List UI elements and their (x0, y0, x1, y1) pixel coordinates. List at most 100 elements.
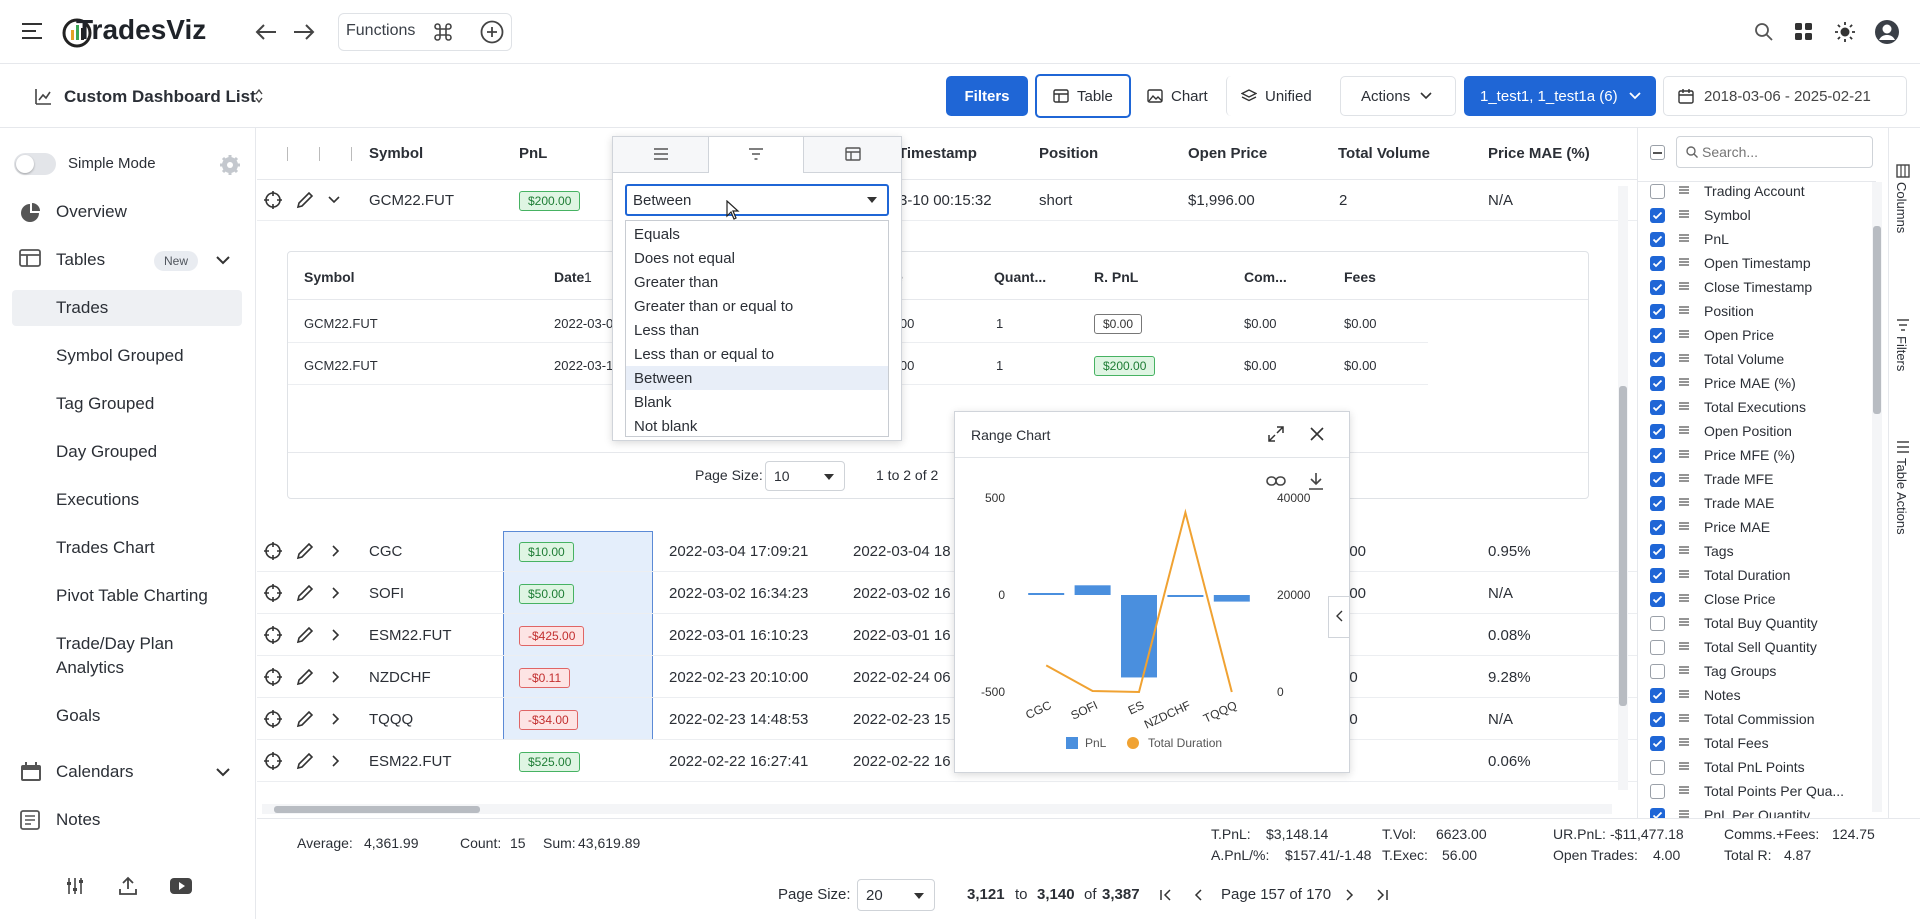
filter-type-select[interactable]: Between (625, 184, 889, 216)
chevron-right-icon[interactable] (332, 587, 340, 599)
drag-handle-icon[interactable] (1678, 258, 1690, 268)
detail-page-size-select[interactable]: 10 (765, 461, 845, 491)
settings-gear-icon[interactable] (219, 154, 241, 176)
sidebar-item-goals[interactable]: Goals (56, 706, 100, 726)
filter-option-blank[interactable]: Blank (634, 394, 672, 411)
column-checkbox[interactable] (1650, 328, 1665, 343)
column-checkbox[interactable] (1650, 424, 1665, 439)
edit-pencil-icon[interactable] (296, 752, 314, 770)
drag-handle-icon[interactable] (1678, 354, 1690, 364)
filter-option-equals[interactable]: Equals (634, 226, 680, 243)
header-price-mae[interactable]: Price MAE (%) (1488, 145, 1590, 162)
add-circle-icon[interactable] (480, 20, 504, 44)
chevron-right-icon[interactable] (332, 671, 340, 683)
column-checkbox[interactable] (1650, 760, 1665, 775)
column-checkbox[interactable] (1650, 496, 1665, 511)
header-symbol[interactable]: Symbol (369, 145, 423, 162)
chevron-down-icon[interactable] (328, 196, 340, 204)
search-icon[interactable] (1754, 22, 1774, 42)
accounts-selector[interactable]: 1_test1, 1_test1a (6) (1464, 76, 1656, 116)
drag-handle-icon[interactable] (1678, 378, 1690, 388)
crosshair-icon[interactable] (264, 542, 282, 560)
chart-view-button[interactable]: Chart (1133, 76, 1225, 116)
header-position[interactable]: Position (1039, 145, 1098, 162)
column-checkbox[interactable] (1650, 472, 1665, 487)
sidebar-item-analytics[interactable]: Analytics (56, 658, 124, 678)
drag-handle-icon[interactable] (1678, 522, 1690, 532)
filter-option-greater[interactable]: Greater than (634, 274, 718, 291)
upload-icon[interactable] (118, 876, 138, 896)
crosshair-icon[interactable] (264, 191, 282, 209)
drag-handle-icon[interactable] (1678, 474, 1690, 484)
vertical-scrollbar-thumb[interactable] (1619, 386, 1627, 706)
side-tab-table-actions[interactable]: Table Actions (1894, 458, 1909, 535)
back-arrow-icon[interactable] (254, 22, 278, 42)
drag-handle-icon[interactable] (1678, 642, 1690, 652)
column-checkbox[interactable] (1650, 448, 1665, 463)
crosshair-icon[interactable] (264, 668, 282, 686)
user-avatar-icon[interactable] (1874, 19, 1900, 45)
theme-sun-icon[interactable] (1834, 21, 1856, 43)
column-checkbox[interactable] (1650, 664, 1665, 679)
column-checkbox[interactable] (1650, 232, 1665, 247)
detail-header-quantity[interactable]: Quant... (994, 269, 1046, 285)
drag-handle-icon[interactable] (1678, 738, 1690, 748)
header-open-price[interactable]: Open Price (1188, 145, 1267, 162)
drag-handle-icon[interactable] (1678, 570, 1690, 580)
apps-grid-icon[interactable] (1794, 22, 1814, 42)
column-checkbox[interactable] (1650, 592, 1665, 607)
column-checkbox[interactable] (1650, 568, 1665, 583)
chevron-right-icon[interactable] (332, 755, 340, 767)
first-page-icon[interactable] (1160, 889, 1172, 901)
drag-handle-icon[interactable] (1678, 306, 1690, 316)
filter-option-less[interactable]: Less than (634, 322, 699, 339)
crosshair-icon[interactable] (264, 752, 282, 770)
column-checkbox[interactable] (1650, 352, 1665, 367)
unified-view-button[interactable]: Unified (1226, 76, 1336, 116)
prev-page-icon[interactable] (1193, 889, 1203, 901)
youtube-icon[interactable] (170, 878, 192, 894)
edit-pencil-icon[interactable] (296, 668, 314, 686)
drag-handle-icon[interactable] (1678, 186, 1690, 196)
hamburger-menu-icon[interactable] (22, 23, 42, 39)
drag-handle-icon[interactable] (1678, 450, 1690, 460)
drag-handle-icon[interactable] (1678, 786, 1690, 796)
column-checkbox[interactable] (1650, 640, 1665, 655)
drag-handle-icon[interactable] (1678, 210, 1690, 220)
header-total-volume[interactable]: Total Volume (1338, 145, 1430, 162)
chevron-down-icon[interactable] (216, 256, 230, 265)
sidebar-item-trades[interactable]: Trades (56, 298, 108, 318)
sort-updown-icon[interactable] (254, 88, 264, 104)
side-tab-columns[interactable]: Columns (1894, 182, 1909, 233)
drag-handle-icon[interactable] (1678, 666, 1690, 676)
pnl-bar[interactable] (1074, 585, 1111, 595)
drag-handle-icon[interactable] (1678, 234, 1690, 244)
chevron-down-icon[interactable] (216, 768, 230, 777)
chevron-right-icon[interactable] (332, 713, 340, 725)
edit-pencil-icon[interactable] (296, 191, 314, 209)
pnl-bar[interactable] (1213, 595, 1250, 602)
columns-search-input[interactable] (1702, 140, 1862, 164)
horizontal-scrollbar-thumb[interactable] (274, 806, 480, 813)
drag-handle-icon[interactable] (1678, 426, 1690, 436)
last-page-icon[interactable] (1376, 889, 1388, 901)
column-checkbox[interactable] (1650, 712, 1665, 727)
edit-pencil-icon[interactable] (296, 710, 314, 728)
sliders-icon[interactable] (66, 877, 84, 895)
filter-funnel-icon[interactable] (748, 148, 764, 160)
detail-header-date[interactable]: Date (554, 269, 584, 285)
columns-scrollbar-thumb[interactable] (1873, 226, 1881, 414)
sidebar-item-day-grouped[interactable]: Day Grouped (56, 442, 157, 462)
column-checkbox[interactable] (1650, 736, 1665, 751)
table-view-button[interactable]: Table (1035, 74, 1131, 118)
filter-option-not-equal[interactable]: Does not equal (634, 250, 735, 267)
detail-header-fees[interactable]: Fees (1344, 269, 1376, 285)
filter-option-not-blank[interactable]: Not blank (634, 418, 697, 435)
sidebar-item-symbol-grouped[interactable]: Symbol Grouped (56, 346, 184, 366)
sidebar-item-executions[interactable]: Executions (56, 490, 139, 510)
next-page-icon[interactable] (1345, 889, 1355, 901)
sidebar-item-overview[interactable]: Overview (56, 202, 127, 222)
filters-button[interactable]: Filters (946, 76, 1028, 116)
menu-lines-icon[interactable] (653, 148, 669, 160)
actions-dropdown[interactable]: Actions (1340, 76, 1456, 116)
